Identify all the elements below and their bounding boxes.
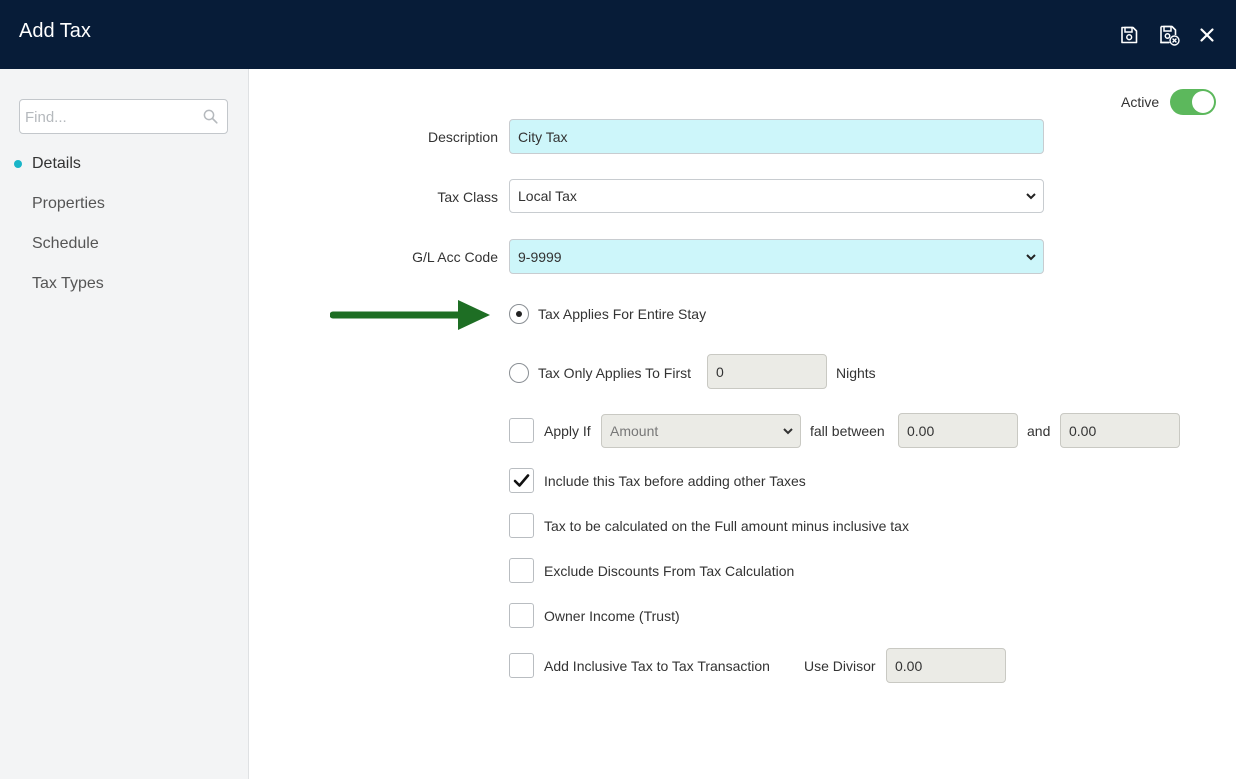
include-before-checkbox[interactable] — [509, 468, 534, 493]
save-close-icon — [1160, 25, 1180, 46]
nights-input[interactable]: 0 — [707, 354, 827, 389]
fall-between-label: fall between — [810, 423, 885, 439]
active-toggle[interactable] — [1170, 89, 1216, 115]
sidebar-item-schedule[interactable]: Schedule — [32, 235, 99, 253]
tax-class-select[interactable]: Local Tax — [509, 179, 1044, 213]
owner-income-label: Owner Income (Trust) — [544, 608, 680, 624]
first-nights-radio[interactable] — [509, 363, 529, 383]
full-minus-label: Tax to be calculated on the Full amount … — [544, 518, 909, 534]
full-minus-checkbox[interactable] — [509, 513, 534, 538]
close-icon — [1200, 28, 1214, 42]
sidebar-item-details[interactable]: Details — [32, 155, 81, 173]
range-to-value: 0.00 — [1069, 422, 1097, 439]
use-divisor-label: Use Divisor — [804, 658, 876, 674]
sidebar-item-tax-types[interactable]: Tax Types — [32, 275, 104, 293]
checkmark-icon — [513, 474, 530, 487]
find-box — [19, 99, 228, 134]
description-value: City Tax — [518, 128, 568, 145]
chevron-down-icon — [783, 428, 793, 435]
find-input[interactable] — [25, 107, 195, 127]
close-button[interactable] — [1196, 24, 1218, 46]
search-icon — [203, 109, 218, 124]
gl-acc-code-select[interactable]: 9-9999 — [509, 239, 1044, 274]
toggle-knob — [1192, 91, 1214, 113]
nights-value: 0 — [716, 363, 724, 380]
exclude-discounts-checkbox[interactable] — [509, 558, 534, 583]
include-before-label: Include this Tax before adding other Tax… — [544, 473, 806, 489]
add-inclusive-checkbox[interactable] — [509, 653, 534, 678]
apply-if-checkbox[interactable] — [509, 418, 534, 443]
divisor-value: 0.00 — [895, 657, 923, 674]
range-to-input[interactable]: 0.00 — [1060, 413, 1180, 448]
app-header: Add Tax — [0, 0, 1236, 69]
divisor-input[interactable]: 0.00 — [886, 648, 1006, 683]
active-label: Active — [1121, 94, 1160, 110]
entire-stay-radio[interactable] — [509, 304, 529, 324]
exclude-discounts-label: Exclude Discounts From Tax Calculation — [544, 563, 795, 579]
first-nights-label: Tax Only Applies To First — [538, 365, 692, 381]
tax-class-value: Local Tax — [518, 188, 577, 204]
apply-if-label: Apply If — [544, 423, 591, 439]
sidebar: Details Properties Schedule Tax Types — [0, 69, 249, 779]
save-button[interactable] — [1118, 24, 1140, 46]
chevron-down-icon — [1026, 253, 1036, 260]
apply-if-select[interactable]: Amount — [601, 414, 801, 448]
owner-income-checkbox[interactable] — [509, 603, 534, 628]
green-arrow-annotation — [330, 300, 490, 330]
tax-class-label: Tax Class — [437, 189, 498, 205]
active-indicator — [14, 160, 22, 168]
gl-acc-code-value: 9-9999 — [518, 248, 562, 265]
and-label: and — [1027, 423, 1051, 439]
page-title: Add Tax — [19, 20, 91, 42]
radio-dot — [516, 311, 522, 317]
gl-acc-code-label: G/L Acc Code — [412, 249, 498, 265]
save-icon — [1121, 26, 1138, 44]
range-from-input[interactable]: 0.00 — [898, 413, 1018, 448]
chevron-down-icon — [1026, 193, 1036, 200]
apply-if-value: Amount — [610, 423, 659, 439]
description-field[interactable]: City Tax — [509, 119, 1044, 154]
save-close-button[interactable] — [1158, 24, 1180, 46]
range-from-value: 0.00 — [907, 422, 935, 439]
add-inclusive-label: Add Inclusive Tax to Tax Transaction — [544, 658, 770, 674]
description-label: Description — [427, 129, 498, 145]
nights-label: Nights — [836, 365, 876, 381]
sidebar-item-properties[interactable]: Properties — [32, 195, 105, 213]
entire-stay-label: Tax Applies For Entire Stay — [538, 306, 707, 322]
